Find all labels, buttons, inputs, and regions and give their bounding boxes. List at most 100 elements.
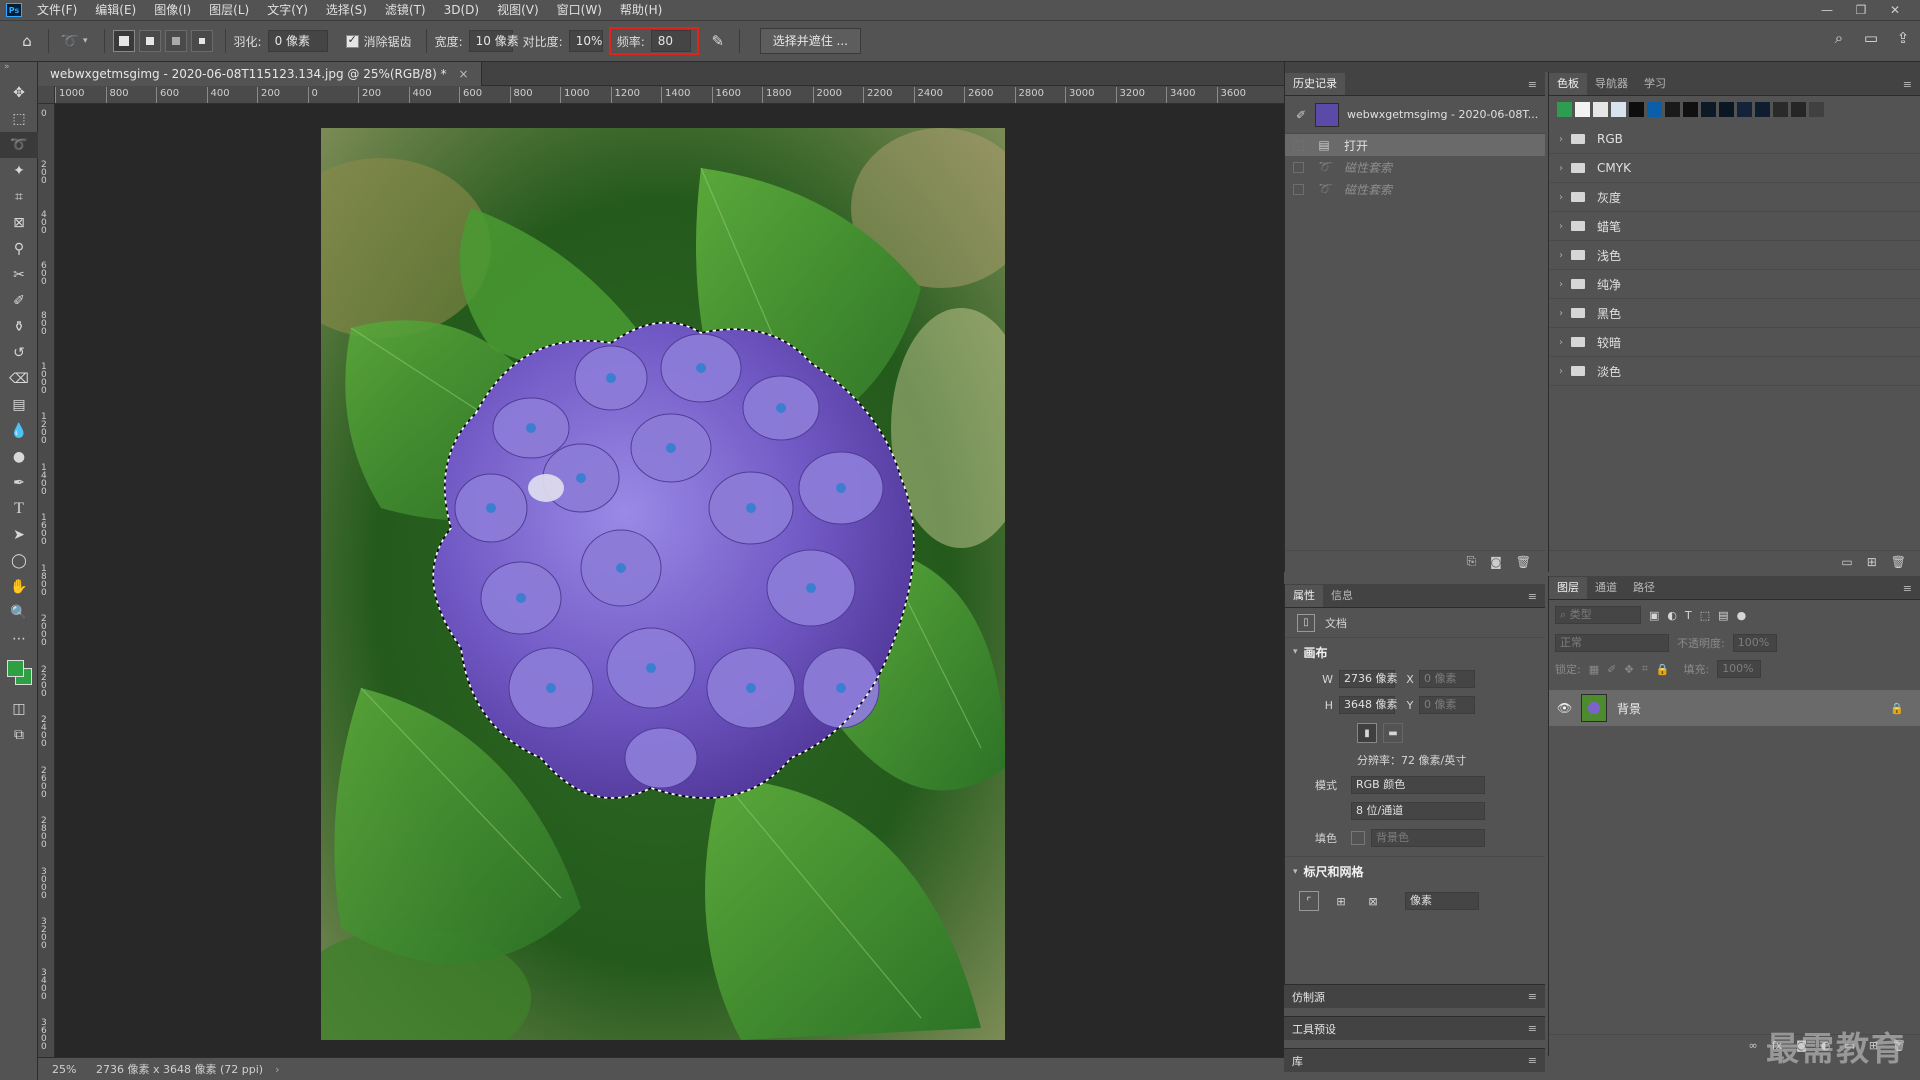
menu-image[interactable]: 图像(I)	[145, 0, 200, 20]
menu-3d[interactable]: 3D(D)	[435, 0, 488, 20]
opacity-input[interactable]: 100%	[1732, 634, 1777, 652]
fill-input[interactable]: 100%	[1717, 660, 1762, 678]
lock-artboard-icon[interactable]: ⌗	[1642, 662, 1648, 676]
quick-mask-icon[interactable]: ◫	[0, 696, 38, 722]
eraser-tool-icon[interactable]: ⌫	[0, 366, 38, 392]
status-menu-arrow-icon[interactable]: ›	[275, 1063, 279, 1076]
swatch-group-folder[interactable]: › 淡色	[1549, 357, 1920, 386]
trash-icon[interactable]: 🗑	[1891, 555, 1906, 569]
move-tool-icon[interactable]: ✥	[0, 80, 38, 106]
width-input[interactable]: 10 像素	[468, 30, 519, 52]
chevron-right-icon[interactable]: ›	[1559, 192, 1563, 203]
new-group-folder-icon[interactable]: ▭	[1841, 555, 1852, 569]
lock-image-icon[interactable]: ✐	[1607, 663, 1616, 676]
swatch-group-folder[interactable]: › 纯净	[1549, 270, 1920, 299]
color-swatch[interactable]	[1773, 102, 1788, 117]
history-source-checkbox[interactable]	[1293, 161, 1304, 173]
panel-menu-icon[interactable]: ≡	[1528, 1054, 1537, 1067]
history-brush-tool-icon[interactable]: ↺	[0, 340, 38, 366]
subtract-selection-button[interactable]	[164, 30, 187, 52]
color-swatch[interactable]	[1665, 102, 1680, 117]
color-swatch[interactable]	[1791, 102, 1806, 117]
units-select[interactable]: 像素	[1405, 892, 1479, 910]
feather-input[interactable]: 0 像素	[267, 30, 328, 52]
history-state-lasso-2[interactable]: ➰ 磁性套索	[1285, 178, 1545, 200]
color-swatch[interactable]	[1809, 102, 1824, 117]
marquee-tool-icon[interactable]: ⬚	[0, 106, 38, 132]
panel-menu-icon[interactable]: ≡	[1903, 78, 1912, 91]
tab-history[interactable]: 历史记录	[1285, 73, 1345, 95]
vertical-ruler[interactable]: 0 200 400 600 800 1000 1200 1400 1600 1800 2000 220…	[38, 104, 55, 1057]
dodge-tool-icon[interactable]: ●	[0, 444, 38, 470]
new-swatch-icon[interactable]: ⊞	[1867, 555, 1877, 569]
chevron-right-icon[interactable]: ›	[1559, 366, 1563, 377]
document-image[interactable]	[321, 128, 1005, 1040]
pixel-layer-filter-icon[interactable]: ▣	[1649, 609, 1659, 622]
menu-file[interactable]: 文件(F)	[28, 0, 86, 20]
tab-navigator[interactable]: 导航器	[1587, 73, 1636, 95]
stylus-pressure-icon[interactable]: ✎	[705, 28, 731, 54]
menu-edit[interactable]: 编辑(E)	[86, 0, 145, 20]
select-and-mask-button[interactable]: 选择并遮住 ...	[759, 28, 861, 54]
menu-window[interactable]: 窗口(W)	[548, 0, 611, 20]
layer-background[interactable]: 👁 背景 🔒	[1549, 690, 1920, 726]
more-tools-icon[interactable]: ⋯	[0, 626, 38, 652]
landscape-orientation-icon[interactable]: ▬	[1383, 723, 1403, 743]
panel-menu-icon[interactable]: ≡	[1528, 590, 1537, 603]
canvas-y-input[interactable]: 0 像素	[1419, 696, 1475, 714]
frame-tool-icon[interactable]: ⊠	[0, 210, 38, 236]
tab-paths[interactable]: 路径	[1625, 577, 1663, 599]
antialias-checkbox[interactable]	[345, 33, 359, 48]
filter-toggle-icon[interactable]: ●	[1737, 609, 1747, 622]
history-source-checkbox[interactable]	[1293, 183, 1304, 195]
shape-layer-filter-icon[interactable]: ⬚	[1700, 609, 1710, 622]
chevron-right-icon[interactable]: ›	[1559, 308, 1563, 319]
panel-tool-presets[interactable]: 工具预设 ≡	[1284, 1016, 1545, 1040]
eyedropper-tool-icon[interactable]: ⚲	[0, 236, 38, 262]
foreground-color-swatch[interactable]	[7, 660, 24, 677]
panel-menu-icon[interactable]: ≡	[1903, 582, 1912, 595]
intersect-selection-button[interactable]	[190, 30, 213, 52]
swatch-group-folder[interactable]: › 较暗	[1549, 328, 1920, 357]
close-tab-icon[interactable]: ×	[458, 67, 468, 81]
add-selection-button[interactable]	[138, 30, 161, 52]
color-swatch[interactable]	[1629, 102, 1644, 117]
home-icon[interactable]: ⌂	[14, 28, 40, 54]
color-swatch[interactable]	[1683, 102, 1698, 117]
panel-clone-source[interactable]: 仿制源 ≡	[1284, 984, 1545, 1008]
color-swatch[interactable]	[1701, 102, 1716, 117]
horizontal-ruler[interactable]: 1000 800 600 400 200 0 200 400 600 800 1000 1200 140…	[55, 86, 1284, 104]
panel-menu-icon[interactable]: ≡	[1528, 1022, 1537, 1035]
search-icon[interactable]: ⌕	[1828, 29, 1850, 47]
blend-mode-select[interactable]: 正常	[1555, 634, 1669, 652]
tab-learn[interactable]: 学习	[1636, 73, 1674, 95]
hand-tool-icon[interactable]: ✋	[0, 574, 38, 600]
history-state-lasso-1[interactable]: ➰ 磁性套索	[1285, 156, 1545, 178]
color-swatch[interactable]	[1575, 102, 1590, 117]
canvas-height-input[interactable]: 3648 像素	[1339, 696, 1398, 714]
swatch-group-folder[interactable]: › 浅色	[1549, 241, 1920, 270]
panel-menu-icon[interactable]: ≡	[1528, 990, 1537, 1003]
zoom-level[interactable]: 25%	[52, 1063, 96, 1076]
canvas-width-input[interactable]: 2736 像素	[1339, 670, 1398, 688]
magic-wand-tool-icon[interactable]: ✦	[0, 158, 38, 184]
menu-filter[interactable]: 滤镜(T)	[376, 0, 435, 20]
ruler-toggle-icon[interactable]: ⌜	[1299, 891, 1319, 911]
lock-transparent-icon[interactable]: ▦	[1589, 663, 1599, 676]
lock-position-icon[interactable]: ✥	[1624, 663, 1633, 676]
lock-all-icon[interactable]: 🔒	[1656, 663, 1670, 676]
swatch-group-folder[interactable]: › 蜡笔	[1549, 212, 1920, 241]
layer-name[interactable]: 背景	[1617, 700, 1641, 717]
color-swatch[interactable]	[1719, 102, 1734, 117]
share-icon[interactable]: ⇪	[1892, 29, 1914, 47]
smart-object-filter-icon[interactable]: ▤	[1718, 609, 1728, 622]
screen-mode-icon[interactable]: ⧉	[0, 722, 38, 748]
clone-stamp-tool-icon[interactable]: ⚱	[0, 314, 38, 340]
rulers-grids-section-header[interactable]: ▾ 标尺和网格	[1285, 856, 1545, 886]
bit-depth-select[interactable]: 8 位/通道	[1351, 802, 1485, 820]
fill-select[interactable]: 背景色	[1371, 829, 1485, 847]
canvas-x-input[interactable]: 0 像素	[1419, 670, 1475, 688]
pen-tool-icon[interactable]: ✒	[0, 470, 38, 496]
tab-info[interactable]: 信息	[1323, 585, 1361, 607]
grid-toggle-icon[interactable]: ⊞	[1331, 891, 1351, 911]
